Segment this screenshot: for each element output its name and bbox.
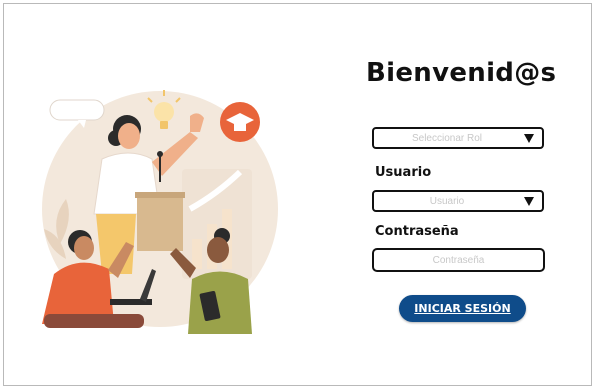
- caret-down-icon: [524, 197, 534, 206]
- login-window: Bienvenid@s Seleccionar Rol Usuario Usua…: [3, 3, 592, 386]
- username-label: Usuario: [375, 165, 432, 180]
- password-label: Contraseña: [375, 224, 459, 239]
- caret-down-icon: [524, 134, 534, 143]
- role-select[interactable]: Seleccionar Rol: [372, 127, 544, 149]
- username-select[interactable]: Usuario: [372, 190, 544, 212]
- login-button[interactable]: INICIAR SESIÓN: [399, 295, 526, 322]
- page-title: Bienvenid@s: [366, 58, 557, 88]
- graduation-cap-icon: [220, 102, 260, 142]
- role-select-placeholder: Seleccionar Rol: [411, 132, 483, 144]
- password-input[interactable]: [372, 248, 545, 272]
- username-placeholder: Usuario: [429, 195, 465, 207]
- team-illustration: [42, 90, 278, 334]
